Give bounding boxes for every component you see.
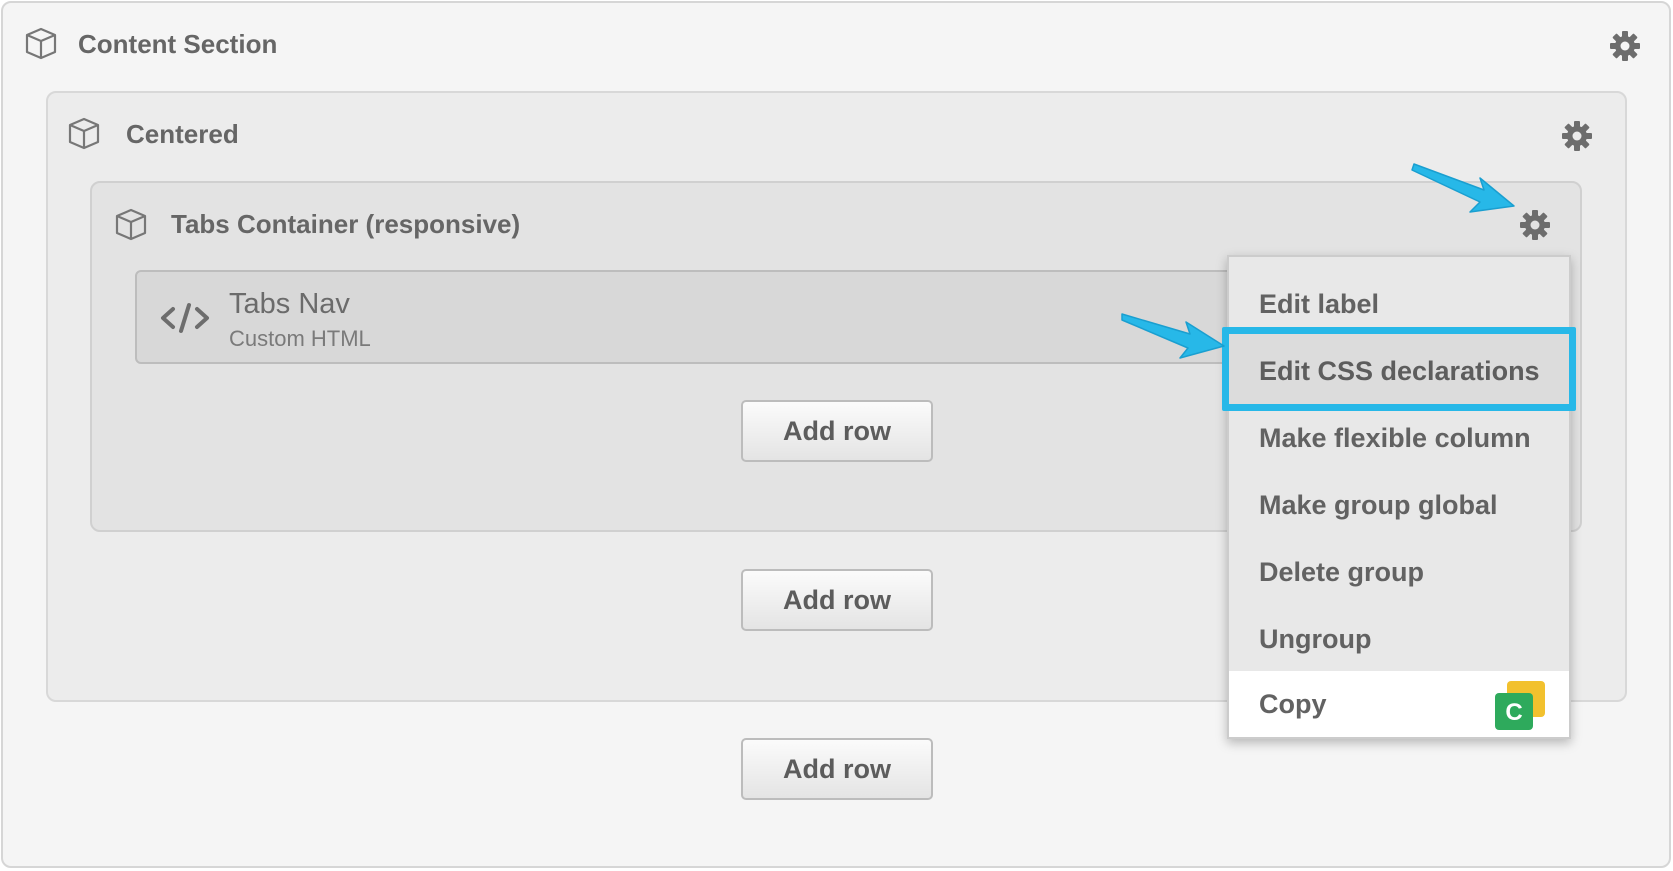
cube-icon xyxy=(115,208,147,241)
tabs-container-settings-gear-icon[interactable] xyxy=(1518,208,1552,242)
tabs-nav-title: Tabs Nav xyxy=(229,288,350,320)
menu-item-copy-label: Copy xyxy=(1259,689,1327,719)
cube-icon xyxy=(68,117,100,150)
menu-item-make-group-global[interactable]: Make group global xyxy=(1229,472,1569,538)
add-row-button-section[interactable]: Add row xyxy=(741,738,933,800)
menu-item-make-flexible-column[interactable]: Make flexible column xyxy=(1229,405,1569,471)
copy-badge-letter: C xyxy=(1505,699,1522,726)
section-settings-gear-icon[interactable] xyxy=(1608,29,1642,63)
add-row-button-tabs-container[interactable]: Add row xyxy=(741,400,933,462)
add-row-button-centered[interactable]: Add row xyxy=(741,569,933,631)
menu-item-delete-group[interactable]: Delete group xyxy=(1229,539,1569,605)
section-title: Content Section xyxy=(78,29,278,59)
tabs-container-title: Tabs Container (responsive) xyxy=(171,209,521,239)
menu-item-copy[interactable]: Copy C xyxy=(1229,671,1569,737)
centered-title: Centered xyxy=(126,119,239,149)
callout-arrow-icon xyxy=(1121,313,1225,359)
tabs-nav-element[interactable]: Tabs Nav Custom HTML xyxy=(135,270,1247,364)
callout-arrow-icon xyxy=(1411,163,1515,213)
code-icon xyxy=(161,303,209,333)
centered-settings-gear-icon[interactable] xyxy=(1560,119,1594,153)
tabs-nav-subtitle: Custom HTML xyxy=(229,326,371,351)
copy-shortcut-badge-icon: C xyxy=(1495,681,1545,730)
menu-item-ungroup[interactable]: Ungroup xyxy=(1229,606,1569,672)
cube-icon xyxy=(25,27,57,60)
highlight-box xyxy=(1222,327,1576,411)
